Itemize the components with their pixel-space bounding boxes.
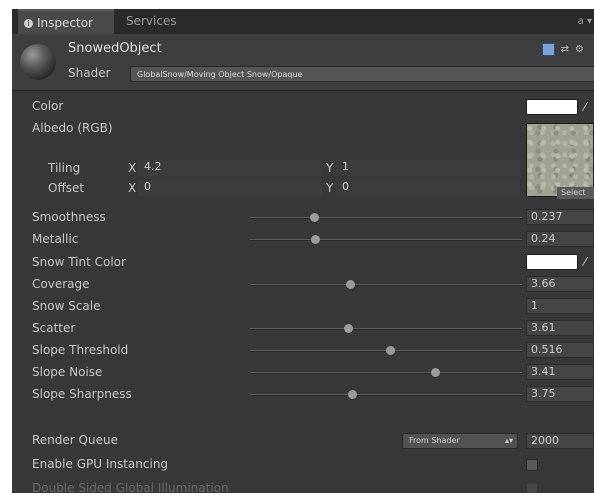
slider-rail (250, 394, 522, 396)
material-properties: Color ⁄ Albedo (RGB) Select Tiling X 4.2… (12, 91, 594, 493)
slider-track[interactable] (250, 210, 522, 226)
offset-x-field[interactable]: 0 (138, 180, 322, 196)
slider-value-field[interactable]: 0.237 (526, 209, 594, 225)
slider-value-field[interactable]: 1 (526, 298, 594, 314)
slider-label: Slope Threshold (32, 343, 129, 357)
slider-thumb[interactable] (430, 368, 440, 377)
slider-value-field[interactable]: 3.61 (526, 320, 594, 336)
slider-label: Coverage (32, 277, 90, 291)
tab-bar: i Inspector Services a ▾ (12, 9, 594, 34)
gpu-instancing-label: Enable GPU Instancing (32, 457, 169, 471)
slider-label: Slope Noise (32, 365, 103, 379)
snow-tint-eyedropper-icon[interactable]: ⁄ (584, 255, 594, 269)
offset-label: Offset (48, 181, 85, 195)
slider-thumb[interactable] (310, 213, 320, 222)
shader-dropdown[interactable]: GlobalSnow/Moving Object Snow/Opaque (130, 66, 594, 82)
tab-inspector[interactable]: i Inspector (18, 9, 114, 34)
slider-thumb[interactable] (386, 346, 396, 355)
render-queue-mode: From Shader (409, 436, 460, 445)
render-queue-dropdown[interactable]: From Shader ▴▾ (402, 433, 518, 449)
offset-y-label: Y (326, 181, 334, 195)
slider-thumb[interactable] (311, 235, 321, 244)
slider-value-field[interactable]: 3.41 (526, 364, 594, 380)
slider-label: Scatter (32, 321, 76, 335)
slider-track[interactable] (250, 232, 522, 248)
info-icon: i (24, 19, 33, 28)
slider-rail (250, 217, 522, 219)
tiling-y-field[interactable]: 1 (336, 160, 520, 176)
slider-value-field[interactable]: 3.66 (526, 276, 594, 292)
offset-x-label: X (128, 181, 137, 195)
eyedropper-icon[interactable]: ⁄ (584, 100, 594, 114)
render-queue-value-field[interactable]: 2000 (526, 433, 594, 449)
dropdown-caret-icon: ▴▾ (504, 436, 513, 445)
slider-thumb[interactable] (344, 324, 354, 333)
slider-rail (250, 372, 522, 374)
settings-gear-icon[interactable]: ⚙ (575, 44, 584, 55)
material-header: SnowedObject Shader GlobalSnow/Moving Ob… (12, 34, 594, 91)
slider-track[interactable] (250, 387, 522, 403)
color-swatch[interactable] (526, 99, 578, 115)
lock-menu-icon[interactable]: a ▾ (578, 9, 592, 34)
albedo-label: Albedo (RGB) (32, 121, 113, 135)
slider-value-field[interactable]: 0.24 (526, 231, 594, 247)
material-preview-sphere (20, 44, 56, 80)
snow-tint-label: Snow Tint Color (32, 255, 126, 269)
slider-track[interactable] (250, 365, 522, 381)
inspector-window: i Inspector Services a ▾ SnowedObject Sha… (12, 9, 594, 493)
slider-label: Slope Sharpness (32, 387, 132, 401)
gpu-instancing-checkbox[interactable] (526, 459, 538, 471)
tiling-x-field[interactable]: 4.2 (138, 160, 322, 176)
help-book-icon[interactable] (541, 43, 555, 56)
tiling-y-label: Y (326, 161, 334, 175)
slider-rail (250, 328, 522, 330)
slider-label: Metallic (32, 232, 79, 246)
slider-track[interactable] (250, 343, 522, 359)
slider-label: Smoothness (32, 210, 106, 224)
tab-inspector-label: Inspector (37, 16, 93, 30)
preset-icon[interactable]: ⇄ (561, 44, 569, 55)
header-icons: ⇄ ⚙ (541, 43, 590, 56)
tiling-label: Tiling (48, 161, 81, 175)
slider-track[interactable] (250, 277, 522, 293)
slider-label: Snow Scale (32, 299, 101, 313)
albedo-texture-thumbnail[interactable] (526, 123, 594, 197)
tab-services[interactable]: Services (122, 9, 177, 34)
slider-value-field[interactable]: 0.516 (526, 342, 594, 358)
offset-y-field[interactable]: 0 (336, 180, 520, 196)
slider-thumb[interactable] (348, 390, 357, 399)
tiling-x-label: X (128, 161, 137, 175)
color-label: Color (32, 99, 64, 113)
texture-select-button[interactable]: Select (557, 187, 594, 199)
double-sided-gi-label: Double Sided Global Illumination (32, 481, 229, 493)
slider-value-field[interactable]: 3.75 (526, 386, 594, 402)
tab-services-label: Services (126, 14, 177, 28)
double-sided-gi-checkbox (526, 483, 538, 493)
snow-tint-swatch[interactable] (526, 254, 578, 270)
render-queue-label: Render Queue (32, 433, 118, 447)
object-name: SnowedObject (68, 41, 162, 56)
slider-rail (250, 239, 522, 241)
slider-track[interactable] (250, 321, 522, 337)
shader-label: Shader (68, 66, 111, 80)
slider-rail (250, 284, 522, 286)
slider-thumb[interactable] (345, 280, 355, 289)
